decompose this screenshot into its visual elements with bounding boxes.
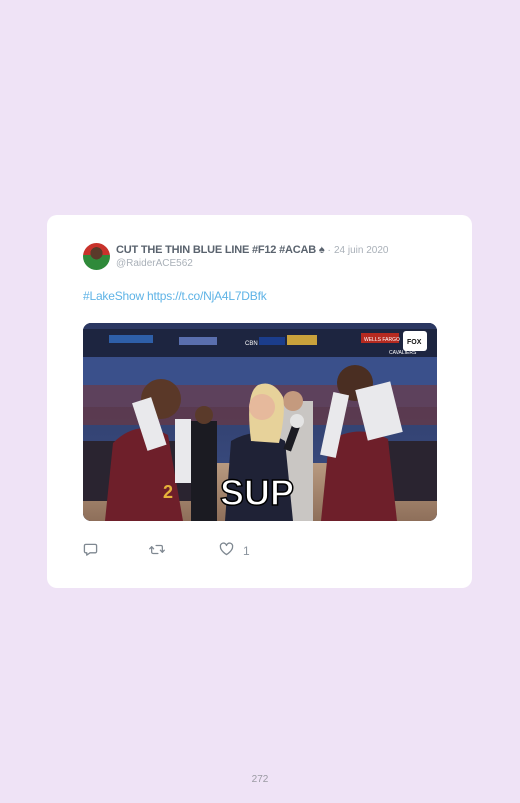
svg-text:2: 2 <box>163 482 173 502</box>
reply-button[interactable] <box>83 542 98 560</box>
media-image: CBN WELLS FARGO FOX CAVALIERS 2 SUP <box>83 323 437 521</box>
separator: · <box>327 245 331 256</box>
heart-icon <box>219 542 234 559</box>
scoreboard-label-wellsfargo: WELLS FARGO <box>364 337 400 343</box>
tweet-header: CUT THE THIN BLUE LINE #F12 #ACAB ♠ · 24… <box>116 244 388 256</box>
tweet-actions: 1 <box>83 542 283 560</box>
tweet-card: CUT THE THIN BLUE LINE #F12 #ACAB ♠ · 24… <box>47 215 472 588</box>
display-name[interactable]: CUT THE THIN BLUE LINE #F12 #ACAB ♠ <box>116 244 325 256</box>
like-button[interactable]: 1 <box>219 542 250 559</box>
media-caption: SUP <box>220 472 294 513</box>
user-handle[interactable]: @RaiderACE562 <box>116 258 193 269</box>
scoreboard-label-cbn: CBN <box>245 341 258 347</box>
retweet-icon <box>149 542 165 560</box>
page-number: 272 <box>251 774 269 785</box>
tweet-text[interactable]: #LakeShow https://t.co/NjA4L7DBfk <box>83 289 267 303</box>
retweet-button[interactable] <box>149 542 165 560</box>
tweet-date[interactable]: 24 juin 2020 <box>334 245 389 256</box>
avatar[interactable] <box>83 243 110 270</box>
scoreboard-label-cavaliers: CAVALIERS <box>389 350 417 356</box>
tweet-media[interactable]: CBN WELLS FARGO FOX CAVALIERS 2 SUP <box>83 323 437 521</box>
like-count: 1 <box>243 543 250 558</box>
scoreboard-label-fox: FOX <box>407 339 422 346</box>
reply-icon <box>83 542 98 560</box>
